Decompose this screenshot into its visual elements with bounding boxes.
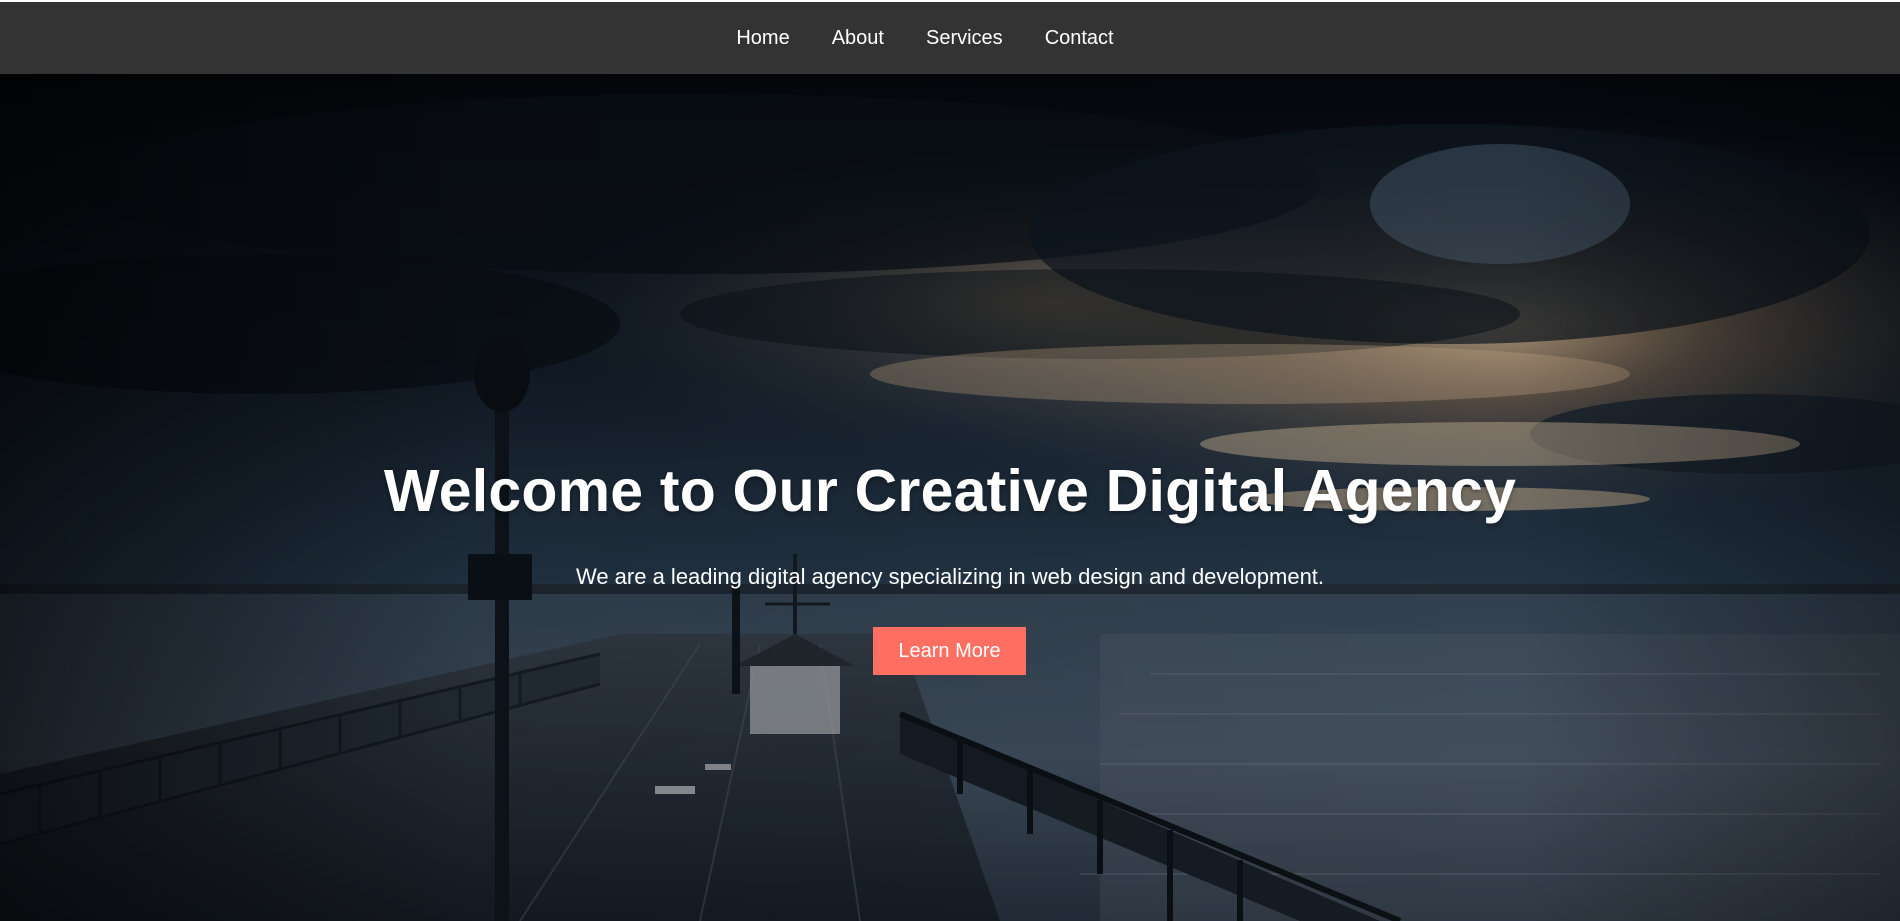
- nav-item-contact[interactable]: Contact: [1024, 1, 1135, 75]
- main-nav: Home About Services Contact: [715, 1, 1134, 75]
- nav-item-about[interactable]: About: [811, 1, 905, 75]
- hero-section: Welcome to Our Creative Digital Agency W…: [0, 74, 1900, 921]
- hero-title: Welcome to Our Creative Digital Agency: [383, 458, 1517, 524]
- hero-content: Welcome to Our Creative Digital Agency W…: [0, 74, 1900, 921]
- nav-item-home[interactable]: Home: [715, 1, 810, 75]
- nav-item-services[interactable]: Services: [905, 1, 1024, 75]
- hero-subtitle: We are a leading digital agency speciali…: [575, 564, 1325, 589]
- learn-more-button[interactable]: Learn More: [873, 627, 1026, 675]
- top-navigation-bar: Home About Services Contact: [0, 0, 1900, 74]
